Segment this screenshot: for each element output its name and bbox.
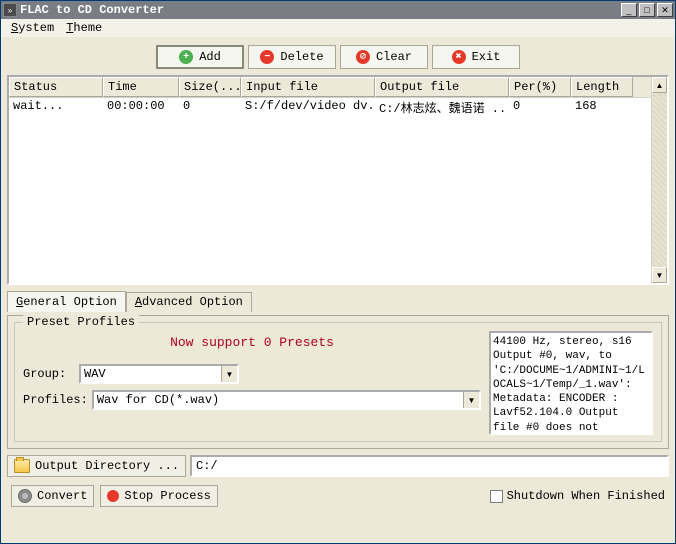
clear-button[interactable]: ⊘Clear [340, 45, 428, 69]
col-size[interactable]: Size(... [179, 77, 241, 97]
toolbar: +Add −Delete ⊘Clear ✖Exit [7, 43, 669, 71]
output-directory-value[interactable]: C:/ [190, 455, 669, 477]
chevron-down-icon[interactable]: ▼ [463, 392, 479, 408]
scroll-down-icon[interactable]: ▼ [652, 267, 667, 283]
tab-advanced[interactable]: Advanced Option [126, 292, 252, 312]
menu-theme[interactable]: Theme [60, 20, 108, 36]
scroll-track[interactable] [652, 93, 667, 267]
exit-icon: ✖ [452, 50, 466, 64]
exit-button[interactable]: ✖Exit [432, 45, 520, 69]
preset-support-text: Now support 0 Presets [23, 331, 481, 364]
col-length[interactable]: Length [571, 77, 633, 97]
minus-icon: − [260, 50, 274, 64]
titlebar: » FLAC to CD Converter _ □ ✕ [1, 1, 675, 19]
option-tabs: General Option Advanced Option [7, 291, 669, 312]
cell-per: 0 [509, 98, 571, 117]
cell-time: 00:00:00 [103, 98, 179, 117]
log-output: 44100 Hz, stereo, s16 Output #0, wav, to… [489, 331, 653, 435]
shutdown-checkbox[interactable]: Shutdown When Finished [490, 489, 665, 503]
output-directory-button[interactable]: Output Directory ... [7, 455, 186, 477]
list-header: Status Time Size(... Input file Output f… [9, 77, 667, 98]
stop-icon [107, 490, 119, 502]
col-time[interactable]: Time [103, 77, 179, 97]
add-button[interactable]: +Add [156, 45, 244, 69]
close-button[interactable]: ✕ [657, 3, 673, 17]
minimize-button[interactable]: _ [621, 3, 637, 17]
tab-general[interactable]: General Option [7, 291, 126, 312]
menu-system[interactable]: System [5, 20, 60, 36]
action-row: Convert Stop Process Shutdown When Finis… [7, 483, 669, 509]
maximize-button[interactable]: □ [639, 3, 655, 17]
col-status[interactable]: Status [9, 77, 103, 97]
col-per[interactable]: Per(%) [509, 77, 571, 97]
list-scrollbar[interactable]: ▲ ▼ [651, 77, 667, 283]
tab-panel: Preset Profiles Now support 0 Presets Gr… [7, 315, 669, 449]
group-value: WAV [81, 366, 221, 382]
list-body[interactable]: wait... 00:00:00 0 S:/f/dev/video dv... … [9, 98, 667, 283]
col-output[interactable]: Output file [375, 77, 509, 97]
group-label: Group: [23, 367, 75, 381]
cell-size: 0 [179, 98, 241, 117]
checkbox-icon [490, 490, 503, 503]
app-icon: » [3, 3, 17, 17]
cell-length: 168 [571, 98, 633, 117]
output-dir-row: Output Directory ... C:/ [7, 453, 669, 479]
folder-icon [14, 459, 30, 473]
preset-legend: Preset Profiles [23, 315, 139, 329]
delete-button[interactable]: −Delete [248, 45, 336, 69]
plus-icon: + [179, 50, 193, 64]
stop-button[interactable]: Stop Process [100, 485, 217, 507]
cell-input: S:/f/dev/video dv... [241, 98, 375, 117]
cell-status: wait... [9, 98, 103, 117]
table-row[interactable]: wait... 00:00:00 0 S:/f/dev/video dv... … [9, 98, 667, 117]
gear-icon [18, 489, 32, 503]
convert-button[interactable]: Convert [11, 485, 94, 507]
app-window: » FLAC to CD Converter _ □ ✕ System Them… [0, 0, 676, 544]
preset-fieldset: Preset Profiles Now support 0 Presets Gr… [14, 322, 662, 442]
profiles-label: Profiles: [23, 393, 88, 407]
cell-output: C:/林志炫、魏语诺 ... [375, 98, 509, 117]
content-area: +Add −Delete ⊘Clear ✖Exit Status Time Si… [1, 37, 675, 543]
profiles-value: Wav for CD(*.wav) [94, 392, 463, 408]
chevron-down-icon[interactable]: ▼ [221, 366, 237, 382]
col-input[interactable]: Input file [241, 77, 375, 97]
window-title: FLAC to CD Converter [20, 3, 619, 17]
scroll-up-icon[interactable]: ▲ [652, 77, 667, 93]
profiles-combo[interactable]: Wav for CD(*.wav) ▼ [92, 390, 481, 410]
clear-icon: ⊘ [356, 50, 370, 64]
group-combo[interactable]: WAV ▼ [79, 364, 239, 384]
menubar: System Theme [1, 19, 675, 37]
file-list: Status Time Size(... Input file Output f… [7, 75, 669, 285]
